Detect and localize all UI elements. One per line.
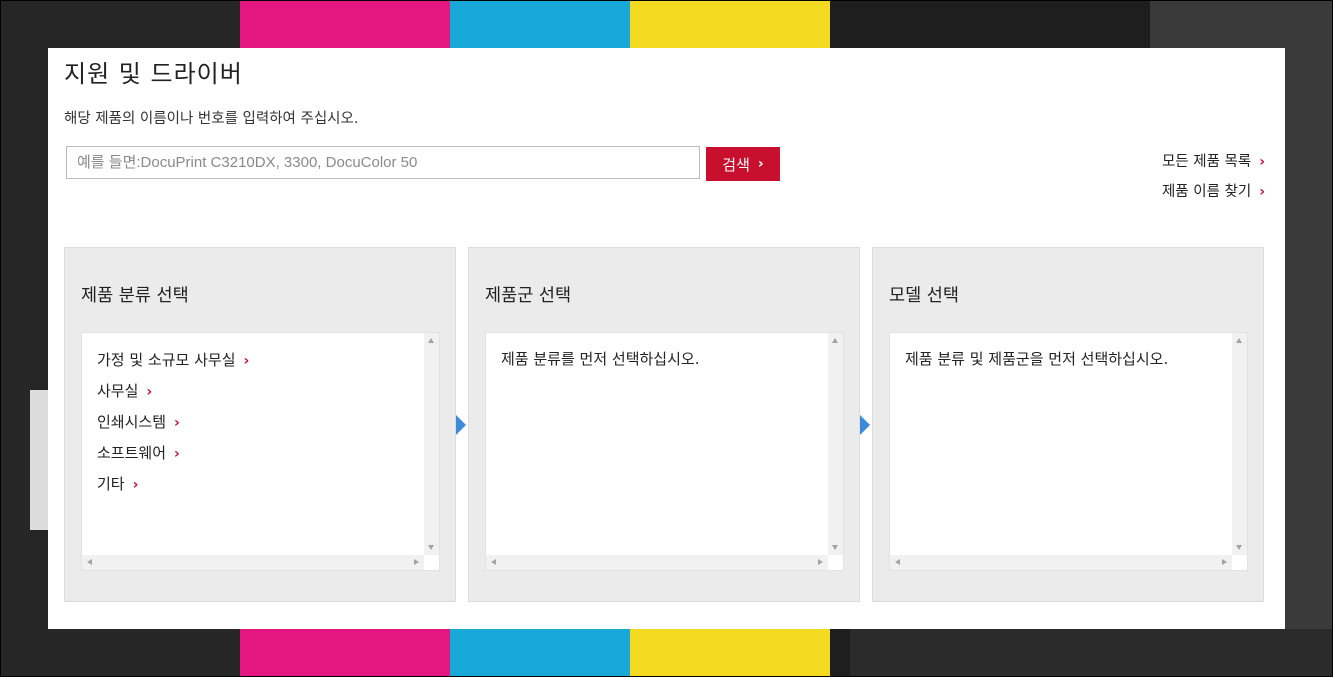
category-list: 가정 및 소규모 사무실 › 사무실 › 인쇄시스템 › 소프트웨어 › 기타 ›	[82, 333, 424, 555]
step-family: 제품군 선택 제품 분류를 먼저 선택하십시오.	[468, 247, 860, 602]
chevron-right-icon: ›	[174, 415, 180, 431]
list-item-label: 기타	[97, 475, 125, 493]
vertical-scrollbar[interactable]	[828, 333, 843, 555]
model-empty-message: 제품 분류 및 제품군을 먼저 선택하십시오.	[905, 350, 1169, 368]
list-item-label: 사무실	[97, 382, 139, 400]
scroll-corner	[828, 555, 843, 570]
chevron-right-icon: ›	[132, 477, 139, 493]
family-listbox[interactable]: 제품 분류를 먼저 선택하십시오.	[485, 332, 844, 571]
support-panel: 지원 및 드라이버 해당 제품의 이름이나 번호를 입력하여 주십시오. 검색 …	[48, 48, 1285, 629]
page-title: 지원 및 드라이버	[64, 60, 243, 88]
category-item-software[interactable]: 소프트웨어 ›	[97, 438, 409, 469]
side-links: 모든 제품 목록 › 제품 이름 찾기 ›	[1162, 147, 1265, 207]
search-instruction: 해당 제품의 이름이나 번호를 입력하여 주십시오.	[64, 111, 359, 127]
scroll-down-icon[interactable]	[1236, 545, 1242, 550]
chevron-right-icon: ›	[757, 156, 764, 172]
search-button-label: 검색	[722, 155, 750, 174]
model-listbox[interactable]: 제품 분류 및 제품군을 먼저 선택하십시오.	[889, 332, 1248, 571]
search-button[interactable]: 검색 ›	[706, 147, 780, 181]
all-products-link[interactable]: 모든 제품 목록 ›	[1162, 147, 1265, 177]
family-list: 제품 분류를 먼저 선택하십시오.	[486, 333, 828, 555]
chevron-right-icon: ›	[1259, 154, 1265, 170]
scroll-down-icon[interactable]	[832, 545, 838, 550]
chevron-right-icon: ›	[1259, 184, 1265, 200]
chevron-right-icon: ›	[243, 353, 250, 369]
scroll-left-icon[interactable]	[895, 559, 900, 565]
vertical-scrollbar[interactable]	[424, 333, 439, 555]
category-item-other[interactable]: 기타 ›	[97, 469, 409, 500]
vertical-scrollbar[interactable]	[1232, 333, 1247, 555]
horizontal-scrollbar[interactable]	[486, 555, 828, 570]
category-listbox[interactable]: 가정 및 소규모 사무실 › 사무실 › 인쇄시스템 › 소프트웨어 › 기타 ›	[81, 332, 440, 571]
category-item-office[interactable]: 사무실 ›	[97, 376, 409, 407]
scroll-up-icon[interactable]	[1236, 338, 1242, 343]
scroll-right-icon[interactable]	[414, 559, 419, 565]
chevron-right-icon: ›	[174, 446, 180, 462]
arrow-right-icon	[456, 415, 466, 435]
chevron-right-icon: ›	[146, 384, 153, 400]
step-model-title: 모델 선택	[889, 286, 959, 306]
step-family-title: 제품군 선택	[485, 286, 572, 306]
horizontal-scrollbar[interactable]	[890, 555, 1232, 570]
family-empty-message: 제품 분류를 먼저 선택하십시오.	[501, 350, 700, 368]
model-list: 제품 분류 및 제품군을 먼저 선택하십시오.	[890, 333, 1232, 555]
scroll-right-icon[interactable]	[818, 559, 823, 565]
list-item-label: 소프트웨어	[97, 444, 167, 462]
horizontal-scrollbar[interactable]	[82, 555, 424, 570]
step-category-title: 제품 분류 선택	[81, 286, 189, 306]
scroll-left-icon[interactable]	[491, 559, 496, 565]
find-product-name-link[interactable]: 제품 이름 찾기 ›	[1162, 177, 1265, 207]
scroll-up-icon[interactable]	[832, 338, 838, 343]
step-category: 제품 분류 선택 가정 및 소규모 사무실 › 사무실 › 인쇄시스템 › 소프트웨어…	[64, 247, 456, 602]
category-item-home-small-office[interactable]: 가정 및 소규모 사무실 ›	[97, 345, 409, 376]
category-item-print-system[interactable]: 인쇄시스템 ›	[97, 407, 409, 438]
scroll-up-icon[interactable]	[428, 338, 434, 343]
scroll-right-icon[interactable]	[1222, 559, 1227, 565]
all-products-link-label: 모든 제품 목록	[1161, 154, 1252, 170]
arrow-right-icon	[860, 415, 870, 435]
step-model: 모델 선택 제품 분류 및 제품군을 먼저 선택하십시오.	[872, 247, 1264, 602]
scroll-corner	[1232, 555, 1247, 570]
scroll-corner	[424, 555, 439, 570]
product-search-input[interactable]	[66, 146, 700, 179]
list-item-label: 가정 및 소규모 사무실	[97, 351, 236, 369]
list-item-label: 인쇄시스템	[97, 413, 167, 431]
scroll-down-icon[interactable]	[428, 545, 434, 550]
find-product-name-link-label: 제품 이름 찾기	[1161, 184, 1252, 200]
scroll-left-icon[interactable]	[87, 559, 92, 565]
